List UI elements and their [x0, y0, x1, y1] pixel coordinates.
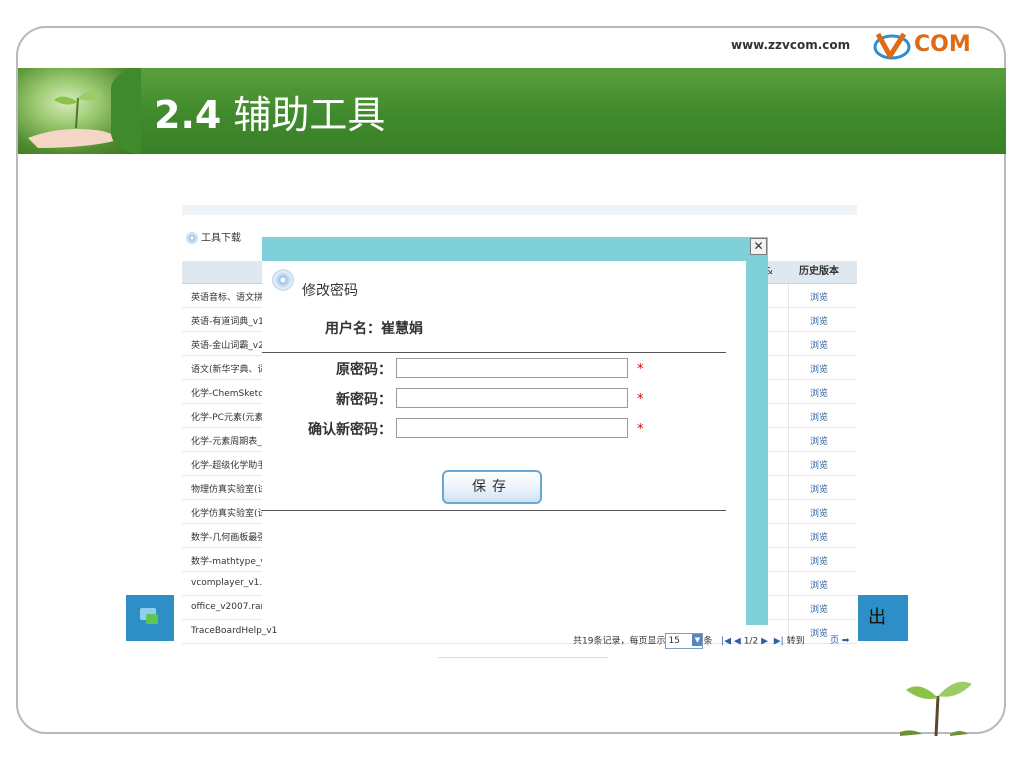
page-status: 1/2: [743, 636, 759, 647]
tool-name: 物理仿真实验室(试: [191, 485, 267, 495]
per-page-value: 15: [668, 636, 680, 646]
vcom-logo: COM: [872, 30, 982, 64]
dialog-body: 修改密码 用户名：崔慧娟 原密码： * 新密码： * 确认新密码： * 保存: [262, 261, 746, 625]
browse-link[interactable]: 浏览: [789, 386, 849, 399]
panel-title: 工具下载: [186, 229, 241, 244]
disc-icon: [186, 232, 198, 244]
next-page-button[interactable]: ▶: [761, 637, 768, 647]
browse-link[interactable]: 浏览: [789, 530, 849, 543]
required-mark: *: [637, 362, 644, 377]
first-page-button[interactable]: |◀: [721, 637, 731, 647]
new-password-label: 新密码：: [336, 392, 392, 408]
browse-link[interactable]: 浏览: [789, 290, 849, 303]
browse-link[interactable]: 浏览: [789, 482, 849, 495]
dialog-divider-bottom: [262, 510, 726, 511]
dialog-header-icon: [272, 269, 294, 291]
title-text: 辅助工具: [233, 93, 386, 137]
browse-link[interactable]: 浏览: [789, 458, 849, 471]
tool-name: office_v2007.rar: [191, 602, 265, 612]
prev-page-button[interactable]: ◀: [734, 637, 741, 647]
username-line: 用户名：崔慧娟: [325, 321, 423, 337]
browse-link[interactable]: 浏览: [789, 578, 849, 591]
page-title: 2.4 辅助工具: [154, 84, 385, 139]
close-icon[interactable]: ✕: [750, 238, 767, 255]
old-password-field[interactable]: [396, 358, 628, 378]
browse-link[interactable]: 浏览: [789, 362, 849, 375]
confirm-password-field[interactable]: [396, 418, 628, 438]
new-password-field[interactable]: [396, 388, 628, 408]
browse-link[interactable]: 浏览: [789, 338, 849, 351]
save-button[interactable]: 保存: [442, 470, 542, 504]
logo-text: COM: [914, 32, 971, 57]
old-password-label: 原密码：: [336, 362, 392, 378]
goto-page[interactable]: 页 ➡: [830, 633, 849, 646]
tool-name: 英语-有道词典_v1.: [191, 317, 267, 327]
pagination-bar: 共19条记录，每页显示 15 ▼ 条 |◀ ◀ 1/2 ▶ ▶| 转到 页 ➡: [182, 629, 857, 667]
pagination-info: 共19条记录，每页显示 15 ▼ 条 |◀ ◀ 1/2 ▶ ▶| 转到: [573, 633, 805, 649]
dialog-divider-top: [262, 352, 726, 353]
browse-link[interactable]: 浏览: [789, 434, 849, 447]
tool-name: 化学-元素周期表_v: [191, 437, 268, 447]
go-arrow-icon: ➡: [841, 636, 850, 646]
tool-name: 化学-超级化学助手: [191, 461, 267, 471]
tool-name: 英语音标、语文拼音: [191, 293, 273, 303]
pagination-summary-suffix: 条: [703, 636, 713, 647]
chat-bubble-icon: [146, 614, 158, 624]
sprout-decoration-icon: [900, 681, 972, 736]
title-number: 2.4: [154, 93, 222, 137]
tool-name: 数学-几何画板最强: [191, 533, 267, 543]
chat-button[interactable]: [126, 595, 174, 641]
browse-link[interactable]: 浏览: [789, 506, 849, 519]
screenshot-topbar: [182, 205, 857, 215]
tool-name: 语文(新华字典、词: [191, 365, 267, 375]
per-page-select[interactable]: 15 ▼: [665, 633, 704, 649]
required-mark: *: [637, 392, 644, 407]
brand-url: www.zzvcom.com: [731, 38, 851, 52]
page-suffix: 页: [830, 636, 840, 646]
required-mark: *: [637, 422, 644, 437]
confirm-password-label: 确认新密码：: [308, 422, 392, 438]
exit-button-label: 出: [868, 607, 886, 628]
vcom-logo-icon: [873, 32, 911, 60]
pagination-summary-prefix: 共19条记录，每页显示: [573, 636, 666, 647]
pager-divider: [438, 657, 608, 668]
change-password-dialog: 修改密码 用户名：崔慧娟 原密码： * 新密码： * 确认新密码： * 保存: [262, 237, 768, 625]
browse-link[interactable]: 浏览: [789, 410, 849, 423]
tool-name: 英语-金山词霸_v20: [191, 341, 270, 351]
goto-label: 转到: [786, 636, 805, 647]
browse-link[interactable]: 浏览: [789, 602, 849, 615]
panel-title-label: 工具下载: [201, 233, 241, 244]
seedling-hands-image: [18, 68, 141, 154]
disc-icon: [272, 269, 294, 291]
browse-link[interactable]: 浏览: [789, 314, 849, 327]
last-page-button[interactable]: ▶|: [774, 637, 784, 647]
tool-name: 化学-PC元素(元素: [191, 413, 264, 423]
chevron-down-icon: ▼: [692, 634, 703, 646]
list-header-history: 历史版本: [799, 266, 839, 277]
exit-button[interactable]: 出: [858, 595, 908, 641]
tool-name: 化学仿真实验室(试: [191, 509, 267, 519]
dialog-title: 修改密码: [302, 283, 358, 299]
browse-link[interactable]: 浏览: [789, 554, 849, 567]
